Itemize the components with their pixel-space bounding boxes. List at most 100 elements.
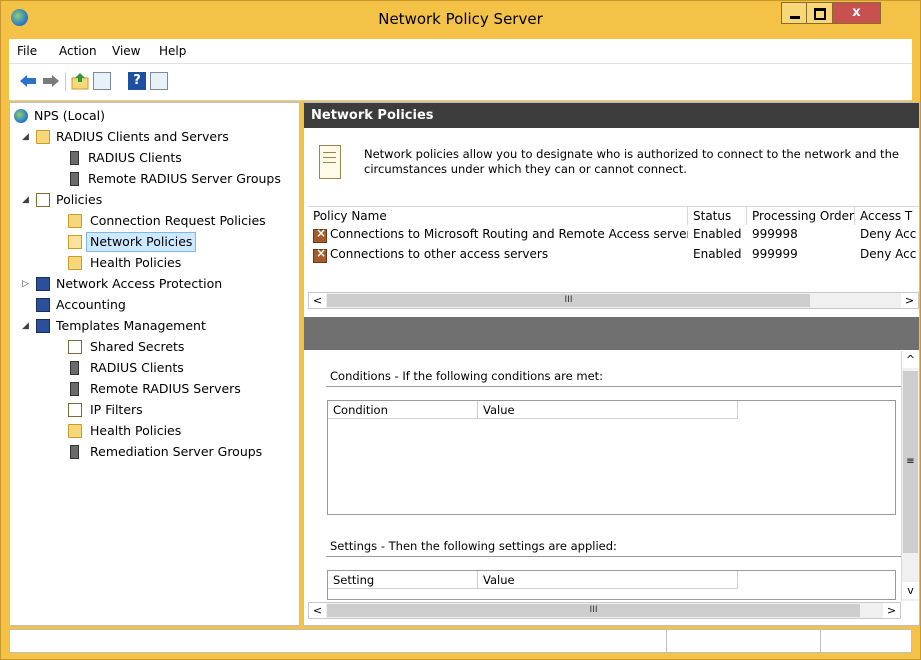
collapse-icon[interactable]: ◢ bbox=[22, 190, 29, 210]
tree-label: RADIUS Clients bbox=[88, 150, 182, 165]
expand-icon[interactable]: ▷ bbox=[22, 274, 29, 294]
server-icon bbox=[70, 151, 79, 165]
deny-policy-icon bbox=[313, 226, 327, 243]
menu-view[interactable]: View bbox=[112, 44, 140, 58]
menu-file[interactable]: File bbox=[17, 44, 37, 58]
close-button[interactable]: x bbox=[833, 2, 881, 24]
column-header-status[interactable]: Status bbox=[688, 207, 747, 225]
section-rule bbox=[326, 386, 901, 387]
order-cell: 999998 bbox=[752, 227, 798, 241]
forward-arrow-icon[interactable] bbox=[42, 72, 60, 90]
server-group-icon bbox=[70, 445, 79, 459]
tree-label: RADIUS Clients bbox=[90, 360, 184, 375]
up-folder-icon[interactable] bbox=[71, 72, 89, 90]
folder-icon bbox=[68, 214, 82, 228]
status-bar-divider bbox=[820, 630, 821, 652]
application-window: Network Policy Server x File Action View… bbox=[0, 0, 921, 660]
tree-label: Remediation Server Groups bbox=[90, 444, 263, 459]
folder-icon bbox=[68, 256, 82, 270]
tree-label: Health Policies bbox=[90, 423, 182, 438]
scroll-right-button[interactable]: > bbox=[883, 603, 900, 618]
scroll-left-button[interactable]: < bbox=[309, 293, 326, 308]
scroll-thumb[interactable]: III bbox=[327, 294, 810, 307]
scroll-down-button[interactable]: v bbox=[902, 582, 919, 599]
tree-label: RADIUS Clients and Servers bbox=[56, 129, 229, 144]
scroll-thumb[interactable]: ≡ bbox=[903, 371, 918, 553]
order-cell: 999999 bbox=[752, 247, 798, 261]
open-folder-icon bbox=[68, 235, 82, 249]
status-cell: Enabled bbox=[693, 247, 742, 261]
tree-label: Health Policies bbox=[90, 255, 182, 270]
details-horizontal-scrollbar[interactable]: < III > bbox=[308, 602, 901, 619]
tree-label: Connection Request Policies bbox=[90, 213, 266, 228]
column-header-processing-order[interactable]: Processing Order bbox=[747, 207, 855, 225]
status-cell: Enabled bbox=[693, 227, 742, 241]
toolbar-separator bbox=[65, 73, 66, 91]
action-pane-icon[interactable] bbox=[150, 72, 168, 90]
collapse-icon[interactable]: ◢ bbox=[22, 127, 29, 147]
minimize-button[interactable] bbox=[781, 2, 807, 24]
console-tree: NPS (Local) ◢ RADIUS Clients and Servers… bbox=[9, 102, 300, 626]
pane-header: Network Policies bbox=[304, 103, 919, 128]
settings-title: Settings - Then the following settings a… bbox=[330, 539, 617, 553]
globe-icon bbox=[14, 109, 28, 123]
details-vertical-scrollbar[interactable]: ^ ≡ v bbox=[901, 351, 919, 601]
tree-label: Remote RADIUS Server Groups bbox=[88, 171, 281, 186]
folder-icon bbox=[36, 130, 50, 144]
back-arrow-icon[interactable] bbox=[19, 72, 37, 90]
column-header-value[interactable]: Value bbox=[478, 571, 738, 589]
column-header-value[interactable]: Value bbox=[478, 401, 738, 419]
server-icon bbox=[70, 361, 79, 375]
server-icon bbox=[70, 382, 79, 396]
status-bar-divider bbox=[666, 630, 667, 652]
menu-help[interactable]: Help bbox=[159, 44, 186, 58]
collapse-icon[interactable]: ◢ bbox=[22, 316, 29, 336]
policy-list-horizontal-scrollbar[interactable]: < III > bbox=[308, 292, 919, 309]
tree-label: Templates Management bbox=[56, 318, 206, 333]
deny-policy-icon bbox=[313, 246, 327, 263]
toolbar: ? bbox=[9, 64, 912, 101]
nap-icon bbox=[36, 277, 50, 291]
status-bar bbox=[9, 629, 912, 653]
policy-list: Policy Name Status Processing Order Acce… bbox=[308, 206, 919, 295]
accounting-icon bbox=[36, 298, 50, 312]
document-icon bbox=[68, 403, 82, 417]
menu-bar: File Action View Help bbox=[9, 39, 912, 64]
column-header-condition[interactable]: Condition bbox=[328, 401, 478, 419]
help-icon[interactable]: ? bbox=[128, 72, 146, 90]
tree-label: Remote RADIUS Servers bbox=[90, 381, 241, 396]
document-icon bbox=[68, 340, 82, 354]
maximize-icon bbox=[814, 8, 826, 20]
menu-action[interactable]: Action bbox=[59, 44, 97, 58]
scroll-up-button[interactable]: ^ bbox=[902, 351, 919, 368]
show-hide-console-tree-icon[interactable] bbox=[93, 72, 111, 90]
minimize-icon bbox=[790, 16, 800, 19]
results-pane: Network Policies Network policies allow … bbox=[303, 102, 920, 626]
policy-name-cell: Connections to Microsoft Routing and Rem… bbox=[330, 227, 688, 241]
tree-label: NPS (Local) bbox=[34, 108, 105, 123]
maximize-button[interactable] bbox=[807, 2, 833, 24]
conditions-grid: Condition Value bbox=[327, 400, 896, 515]
tree-label: Network Access Protection bbox=[56, 276, 223, 291]
settings-grid: Setting Value bbox=[327, 570, 896, 600]
title-bar[interactable]: Network Policy Server x bbox=[1, 1, 920, 39]
folder-icon bbox=[68, 424, 82, 438]
server-group-icon bbox=[70, 172, 79, 186]
tree-label: IP Filters bbox=[90, 402, 143, 417]
column-header-setting[interactable]: Setting bbox=[328, 571, 478, 589]
access-cell: Deny Acc bbox=[860, 227, 917, 241]
pane-description: Network policies allow you to designate … bbox=[364, 147, 899, 176]
scroll-left-button[interactable]: < bbox=[309, 603, 326, 618]
policy-name-cell: Connections to other access servers bbox=[330, 247, 549, 261]
scroll-right-button[interactable]: > bbox=[901, 293, 918, 308]
details-divider bbox=[304, 317, 919, 350]
policy-document-icon bbox=[36, 193, 50, 207]
tree-label: Shared Secrets bbox=[90, 339, 185, 354]
column-header-access-type[interactable]: Access T bbox=[855, 207, 919, 225]
tree-label-selected: Network Policies bbox=[86, 232, 197, 252]
column-header-policy-name[interactable]: Policy Name bbox=[308, 207, 688, 225]
tree-label: Accounting bbox=[56, 297, 126, 312]
scroll-thumb[interactable]: III bbox=[327, 604, 860, 617]
access-cell: Deny Acc bbox=[860, 247, 917, 261]
scroll-document-icon bbox=[319, 145, 341, 179]
